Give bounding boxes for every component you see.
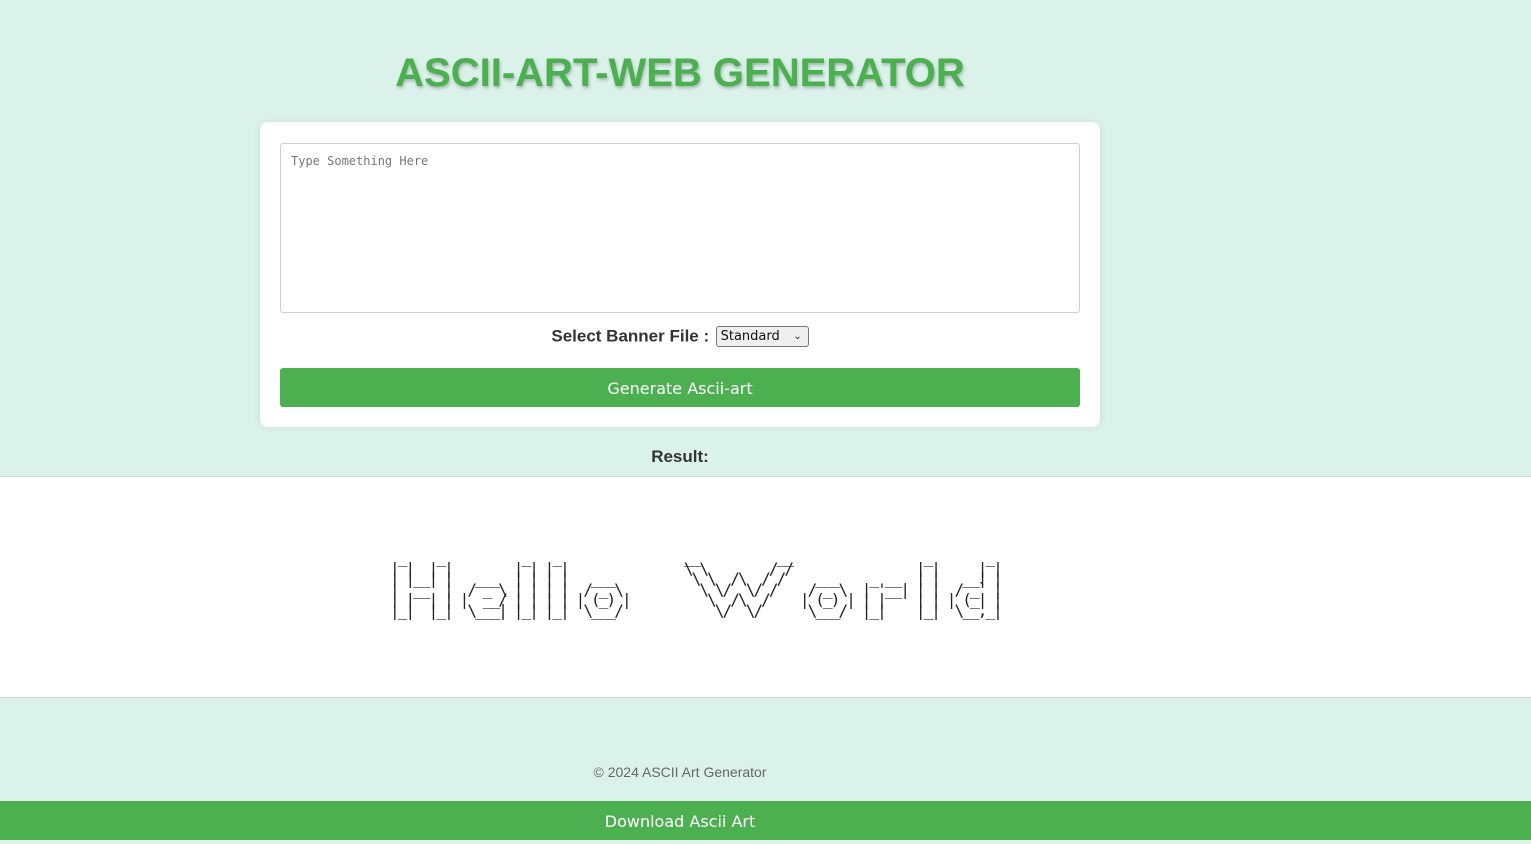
page: ASCII-ART-WEB GENERATOR Select Banner Fi… — [0, 0, 1531, 844]
result-panel: _ _ _ _ __ __ _ _ | | | | | | | | \ \ / … — [0, 476, 1531, 698]
download-button[interactable]: Download Ascii Art — [260, 801, 1100, 840]
chevron-down-icon: ⌄ — [793, 331, 802, 342]
footer-copyright: © 2024 ASCII Art Generator — [593, 764, 767, 780]
banner-select-row: Select Banner File : Standard ⌄ — [260, 326, 1100, 347]
result-label: Result: — [651, 447, 709, 466]
generator-form-card: Select Banner File : Standard ⌄ Generate… — [260, 122, 1100, 427]
text-input[interactable] — [280, 143, 1080, 313]
banner-select-label: Select Banner File : — [551, 326, 710, 346]
banner-select-value: Standard — [720, 329, 780, 344]
ascii-art-output: _ _ _ _ __ __ _ _ | | | | | | | | \ \ / … — [390, 548, 1003, 620]
generate-button[interactable]: Generate Ascii-art — [280, 368, 1080, 407]
banner-select[interactable]: Standard ⌄ — [715, 326, 809, 347]
download-bar: Download Ascii Art — [0, 801, 1531, 840]
page-title: ASCII-ART-WEB GENERATOR — [395, 51, 965, 95]
